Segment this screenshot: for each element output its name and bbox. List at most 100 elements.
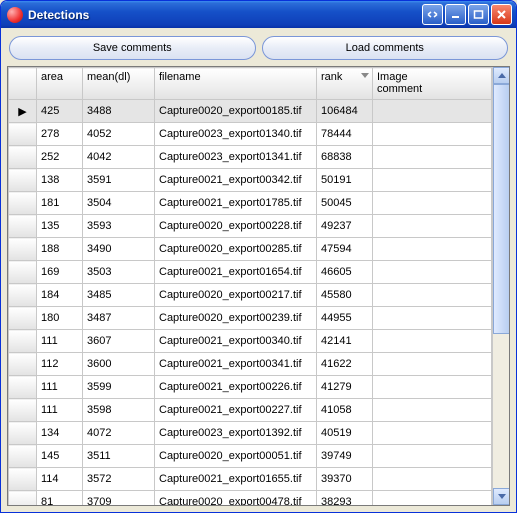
cell-mean[interactable]: 3490 <box>83 238 155 261</box>
cell-rank[interactable]: 39749 <box>317 445 373 468</box>
cell-mean[interactable]: 3485 <box>83 284 155 307</box>
cell-rank[interactable]: 49237 <box>317 215 373 238</box>
cell-filename[interactable]: Capture0021_export00226.tif <box>155 376 317 399</box>
table-row[interactable]: 813709Capture0020_export00478.tif38293 <box>9 491 492 506</box>
cell-area[interactable]: 135 <box>37 215 83 238</box>
cell-image-comment[interactable] <box>373 353 492 376</box>
row-header[interactable] <box>9 123 37 146</box>
cell-mean[interactable]: 3599 <box>83 376 155 399</box>
table-row[interactable]: 1113599Capture0021_export00226.tif41279 <box>9 376 492 399</box>
cell-area[interactable]: 81 <box>37 491 83 506</box>
cell-mean[interactable]: 3600 <box>83 353 155 376</box>
row-header[interactable] <box>9 491 37 506</box>
cell-rank[interactable]: 40519 <box>317 422 373 445</box>
table-row[interactable]: 1123600Capture0021_export00341.tif41622 <box>9 353 492 376</box>
load-comments-button[interactable]: Load comments <box>262 36 509 60</box>
table-row[interactable]: 1143572Capture0021_export01655.tif39370 <box>9 468 492 491</box>
row-header[interactable] <box>9 192 37 215</box>
row-header[interactable] <box>9 215 37 238</box>
maximize-button[interactable] <box>468 4 489 25</box>
cell-mean[interactable]: 3709 <box>83 491 155 506</box>
cell-image-comment[interactable] <box>373 445 492 468</box>
cell-area[interactable]: 252 <box>37 146 83 169</box>
cell-rank[interactable]: 45580 <box>317 284 373 307</box>
cell-area[interactable]: 169 <box>37 261 83 284</box>
row-header[interactable] <box>9 238 37 261</box>
cell-filename[interactable]: Capture0020_export00285.tif <box>155 238 317 261</box>
col-filename-header[interactable]: filename <box>155 68 317 100</box>
cell-filename[interactable]: Capture0021_export01785.tif <box>155 192 317 215</box>
row-header[interactable] <box>9 330 37 353</box>
table-row[interactable]: 1453511Capture0020_export00051.tif39749 <box>9 445 492 468</box>
cell-filename[interactable]: Capture0021_export00340.tif <box>155 330 317 353</box>
cell-area[interactable]: 278 <box>37 123 83 146</box>
cell-area[interactable]: 184 <box>37 284 83 307</box>
table-row[interactable]: 1803487Capture0020_export00239.tif44955 <box>9 307 492 330</box>
cell-rank[interactable]: 68838 <box>317 146 373 169</box>
stretch-button[interactable] <box>422 4 443 25</box>
col-rank-header[interactable]: rank <box>317 68 373 100</box>
table-row[interactable]: 2784052Capture0023_export01340.tif78444 <box>9 123 492 146</box>
cell-filename[interactable]: Capture0020_export00478.tif <box>155 491 317 506</box>
table-row[interactable]: 2524042Capture0023_export01341.tif68838 <box>9 146 492 169</box>
cell-filename[interactable]: Capture0023_export01341.tif <box>155 146 317 169</box>
row-header[interactable] <box>9 307 37 330</box>
cell-mean[interactable]: 3511 <box>83 445 155 468</box>
cell-filename[interactable]: Capture0020_export00217.tif <box>155 284 317 307</box>
row-header[interactable] <box>9 146 37 169</box>
cell-rank[interactable]: 41058 <box>317 399 373 422</box>
cell-filename[interactable]: Capture0021_export00227.tif <box>155 399 317 422</box>
cell-area[interactable]: 114 <box>37 468 83 491</box>
table-row[interactable]: 1693503Capture0021_export01654.tif46605 <box>9 261 492 284</box>
cell-filename[interactable]: Capture0023_export01340.tif <box>155 123 317 146</box>
cell-rank[interactable]: 42141 <box>317 330 373 353</box>
cell-filename[interactable]: Capture0020_export00228.tif <box>155 215 317 238</box>
table-row[interactable]: 1113607Capture0021_export00340.tif42141 <box>9 330 492 353</box>
cell-rank[interactable]: 41622 <box>317 353 373 376</box>
cell-image-comment[interactable] <box>373 376 492 399</box>
cell-area[interactable]: 188 <box>37 238 83 261</box>
cell-image-comment[interactable] <box>373 169 492 192</box>
table-row[interactable]: 1344072Capture0023_export01392.tif40519 <box>9 422 492 445</box>
cell-area[interactable]: 181 <box>37 192 83 215</box>
minimize-button[interactable] <box>445 4 466 25</box>
cell-mean[interactable]: 3572 <box>83 468 155 491</box>
cell-filename[interactable]: Capture0021_export00342.tif <box>155 169 317 192</box>
table-row[interactable]: 1883490Capture0020_export00285.tif47594 <box>9 238 492 261</box>
cell-mean[interactable]: 3593 <box>83 215 155 238</box>
cell-rank[interactable]: 47594 <box>317 238 373 261</box>
cell-mean[interactable]: 3598 <box>83 399 155 422</box>
table-row[interactable]: 1113598Capture0021_export00227.tif41058 <box>9 399 492 422</box>
cell-image-comment[interactable] <box>373 215 492 238</box>
cell-rank[interactable]: 78444 <box>317 123 373 146</box>
cell-mean[interactable]: 3503 <box>83 261 155 284</box>
cell-area[interactable]: 111 <box>37 330 83 353</box>
cell-rank[interactable]: 44955 <box>317 307 373 330</box>
cell-area[interactable]: 145 <box>37 445 83 468</box>
cell-rank[interactable]: 46605 <box>317 261 373 284</box>
cell-rank[interactable]: 50045 <box>317 192 373 215</box>
cell-area[interactable]: 134 <box>37 422 83 445</box>
cell-image-comment[interactable] <box>373 238 492 261</box>
scroll-up-button[interactable] <box>493 67 510 84</box>
cell-area[interactable]: 425 <box>37 100 83 123</box>
row-header[interactable] <box>9 261 37 284</box>
cell-rank[interactable]: 50191 <box>317 169 373 192</box>
table-row[interactable]: 1353593Capture0020_export00228.tif49237 <box>9 215 492 238</box>
cell-area[interactable]: 111 <box>37 376 83 399</box>
cell-filename[interactable]: Capture0020_export00051.tif <box>155 445 317 468</box>
cell-mean[interactable]: 3607 <box>83 330 155 353</box>
cell-mean[interactable]: 4052 <box>83 123 155 146</box>
cell-area[interactable]: 138 <box>37 169 83 192</box>
cell-image-comment[interactable] <box>373 123 492 146</box>
cell-filename[interactable]: Capture0020_export00185.tif <box>155 100 317 123</box>
row-header[interactable]: ▶ <box>9 100 37 123</box>
cell-image-comment[interactable] <box>373 399 492 422</box>
cell-filename[interactable]: Capture0021_export01655.tif <box>155 468 317 491</box>
cell-image-comment[interactable] <box>373 100 492 123</box>
table-row[interactable]: 1843485Capture0020_export00217.tif45580 <box>9 284 492 307</box>
cell-rank[interactable]: 38293 <box>317 491 373 506</box>
cell-image-comment[interactable] <box>373 284 492 307</box>
scroll-thumb[interactable] <box>493 84 510 334</box>
col-mean-header[interactable]: mean(dl) <box>83 68 155 100</box>
